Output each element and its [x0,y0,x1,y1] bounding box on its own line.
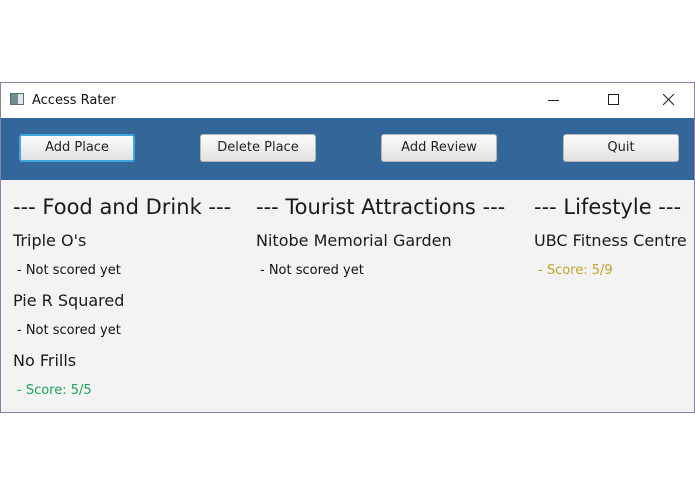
maximize-button[interactable] [591,83,637,117]
place-name: Nitobe Memorial Garden [256,231,452,250]
app-icon [10,93,24,105]
places-panel: --- Food and Drink --- Triple O's - Not … [1,180,694,412]
place-name: No Frills [13,351,77,370]
category-heading: --- Tourist Attractions --- [256,195,506,219]
place-score: - Not scored yet [260,263,364,278]
maximize-icon [608,94,619,105]
place-name: UBC Fitness Centre [534,231,687,250]
close-icon [663,94,675,106]
add-review-button[interactable]: Add Review [381,134,497,162]
place-score: - Not scored yet [17,263,121,278]
minimize-button[interactable] [531,83,577,117]
place-name: Pie R Squared [13,291,125,310]
category-heading: --- Food and Drink --- [13,195,232,219]
minimize-icon [548,100,559,101]
place-score: - Not scored yet [17,323,121,338]
place-name: Triple O's [13,231,87,250]
app-window: Access Rater Add Place Delete Place Add … [0,82,695,413]
delete-place-button[interactable]: Delete Place [200,134,316,162]
place-score: - Score: 5/5 [17,383,92,398]
close-button[interactable] [646,83,692,117]
category-heading: --- Lifestyle --- [534,195,682,219]
title-bar[interactable]: Access Rater [1,83,694,118]
quit-button[interactable]: Quit [563,134,679,162]
place-score: - Score: 5/9 [538,263,613,278]
toolbar: Add Place Delete Place Add Review Quit [1,118,694,180]
add-place-button[interactable]: Add Place [19,134,135,162]
window-title: Access Rater [32,93,116,108]
